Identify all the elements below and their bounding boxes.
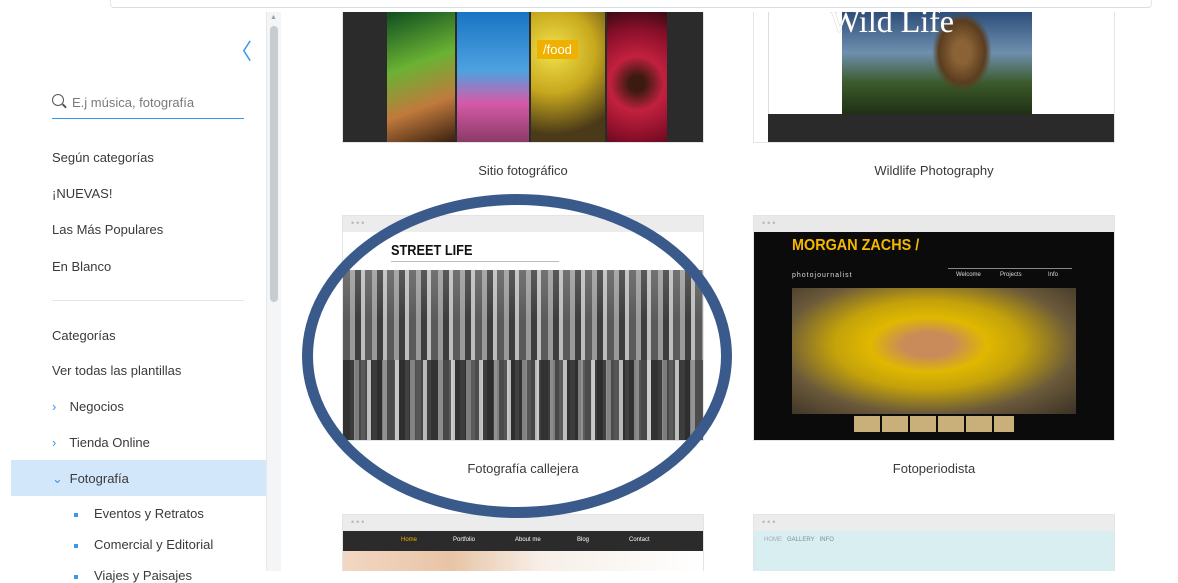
search-box — [52, 90, 244, 119]
photo-tile — [531, 12, 605, 142]
browser-dots: ••• — [343, 216, 703, 232]
photojournalist-tagline: photojournalist — [792, 272, 853, 279]
nav-link-by-category[interactable]: Según categorías — [52, 150, 154, 165]
photo-tile — [607, 12, 667, 142]
browser-dots: ••• — [343, 515, 703, 531]
portrait-photo — [343, 551, 703, 571]
template-thumbnail[interactable]: /food — [343, 12, 703, 142]
thumbnail-nav-item: About me — [515, 537, 541, 543]
thumbnail-nav-item: Welcome — [956, 272, 981, 278]
nav-link-new[interactable]: ¡NUEVAS! — [52, 186, 112, 201]
chevron-right-icon: › — [52, 435, 57, 450]
sidebar-divider — [52, 300, 244, 301]
nav-link-all-templates[interactable]: Ver todas las plantillas — [52, 363, 181, 378]
category-label: Tienda Online — [69, 435, 150, 450]
food-tag: /food — [537, 40, 578, 59]
morgan-zachs-logo: MORGAN ZACHS / — [792, 237, 920, 254]
template-card-photojournalist[interactable]: ••• MORGAN ZACHS / photojournalist Welco… — [754, 216, 1114, 476]
template-thumbnail[interactable]: ••• Home Portfolio About me Blog Contact — [343, 515, 703, 571]
scroll-up-arrow-icon[interactable]: ▲ — [270, 14, 277, 21]
top-bar-frame — [110, 0, 1152, 8]
thumbnail-nav-item: GALLERY — [787, 537, 815, 543]
thumbnail-nav — [391, 261, 559, 268]
thumbnail-nav-line — [948, 268, 1072, 269]
street-crowd-photo — [343, 270, 703, 440]
subcategory-commercial-editorial[interactable]: Comercial y Editorial — [74, 537, 213, 552]
thumbnail-nav-item: Contact — [629, 537, 650, 543]
chevron-down-icon: ⌄ — [52, 471, 63, 486]
thumbnail-footer — [768, 114, 1114, 142]
thumbnail-nav-item: Home — [401, 537, 418, 543]
photo-tile — [457, 12, 529, 142]
thumbnail-nav-item: Info — [1048, 272, 1059, 278]
template-label[interactable]: Fotografía callejera — [343, 461, 703, 476]
thumbnail-nav-item: INFO — [819, 537, 834, 543]
category-label: Negocios — [69, 399, 124, 414]
template-card-minimal[interactable]: ••• HOME GALLERY INFO — [754, 515, 1114, 571]
template-card-street-photography[interactable]: ••• STREET LIFE Fotografía callejera — [343, 216, 703, 476]
photo-tile — [387, 12, 455, 142]
template-label[interactable]: Fotoperiodista — [754, 461, 1114, 476]
selected-category-highlight — [11, 460, 266, 496]
categories-heading: Categorías — [52, 328, 116, 343]
thumbnail-nav: Home Portfolio About me Blog Contact — [343, 531, 703, 551]
subcategory-travel-landscape[interactable]: Viajes y Paisajes — [74, 568, 192, 583]
thumbnail-nav: HOME GALLERY INFO — [764, 537, 834, 543]
template-thumbnail[interactable]: Wild Life — [754, 12, 1114, 142]
subcategory-events-portraits[interactable]: Eventos y Retratos — [74, 506, 204, 521]
template-gallery: /food Sitio fotográfico Wild Life Wildli… — [281, 12, 1178, 571]
sidebar: 〈 Según categorías ¡NUEVAS! Las Más Popu… — [0, 12, 266, 583]
browser-dots: ••• — [754, 515, 1114, 531]
template-card-photo-site[interactable]: /food Sitio fotográfico — [343, 12, 703, 178]
template-thumbnail[interactable]: ••• MORGAN ZACHS / photojournalist Welco… — [754, 216, 1114, 440]
thumbnail-nav-item: HOME — [764, 537, 782, 543]
search-input[interactable] — [72, 90, 240, 114]
top-bar — [0, 0, 1178, 12]
portrait-photo — [792, 288, 1076, 414]
thumbnail-side-panel — [754, 12, 769, 142]
chevron-right-icon: › — [52, 399, 57, 414]
scrollbar-thumb[interactable] — [270, 26, 278, 302]
nav-link-popular[interactable]: Las Más Populares — [52, 222, 163, 237]
template-card-wildlife[interactable]: Wild Life Wildlife Photography — [754, 12, 1114, 178]
category-label: Fotografía — [69, 471, 129, 486]
category-business[interactable]: › Negocios — [52, 399, 124, 414]
template-label[interactable]: Wildlife Photography — [754, 163, 1114, 178]
template-thumbnail[interactable]: ••• STREET LIFE — [343, 216, 703, 440]
street-life-logo: STREET LIFE — [391, 242, 473, 259]
template-card-portfolio[interactable]: ••• Home Portfolio About me Blog Contact — [343, 515, 703, 571]
chevron-left-icon[interactable]: 〈 — [230, 34, 252, 66]
category-online-store[interactable]: › Tienda Online — [52, 435, 150, 450]
browser-dots: ••• — [754, 216, 1114, 232]
thumbnail-nav-item: Portfolio — [453, 537, 476, 543]
sidebar-scrollbar[interactable]: ▲ — [266, 12, 281, 571]
thumbnail-nav-item: Projects — [1000, 272, 1022, 278]
thumbnail-strip — [854, 416, 1014, 432]
category-photography[interactable]: ⌄ Fotografía — [52, 471, 129, 487]
nav-link-blank[interactable]: En Blanco — [52, 259, 111, 274]
thumbnail-nav-item: Blog — [577, 537, 590, 543]
template-thumbnail[interactable]: ••• HOME GALLERY INFO — [754, 515, 1114, 571]
search-icon — [52, 94, 64, 106]
wildlife-title: Wild Life — [830, 12, 954, 39]
template-label[interactable]: Sitio fotográfico — [343, 163, 703, 178]
